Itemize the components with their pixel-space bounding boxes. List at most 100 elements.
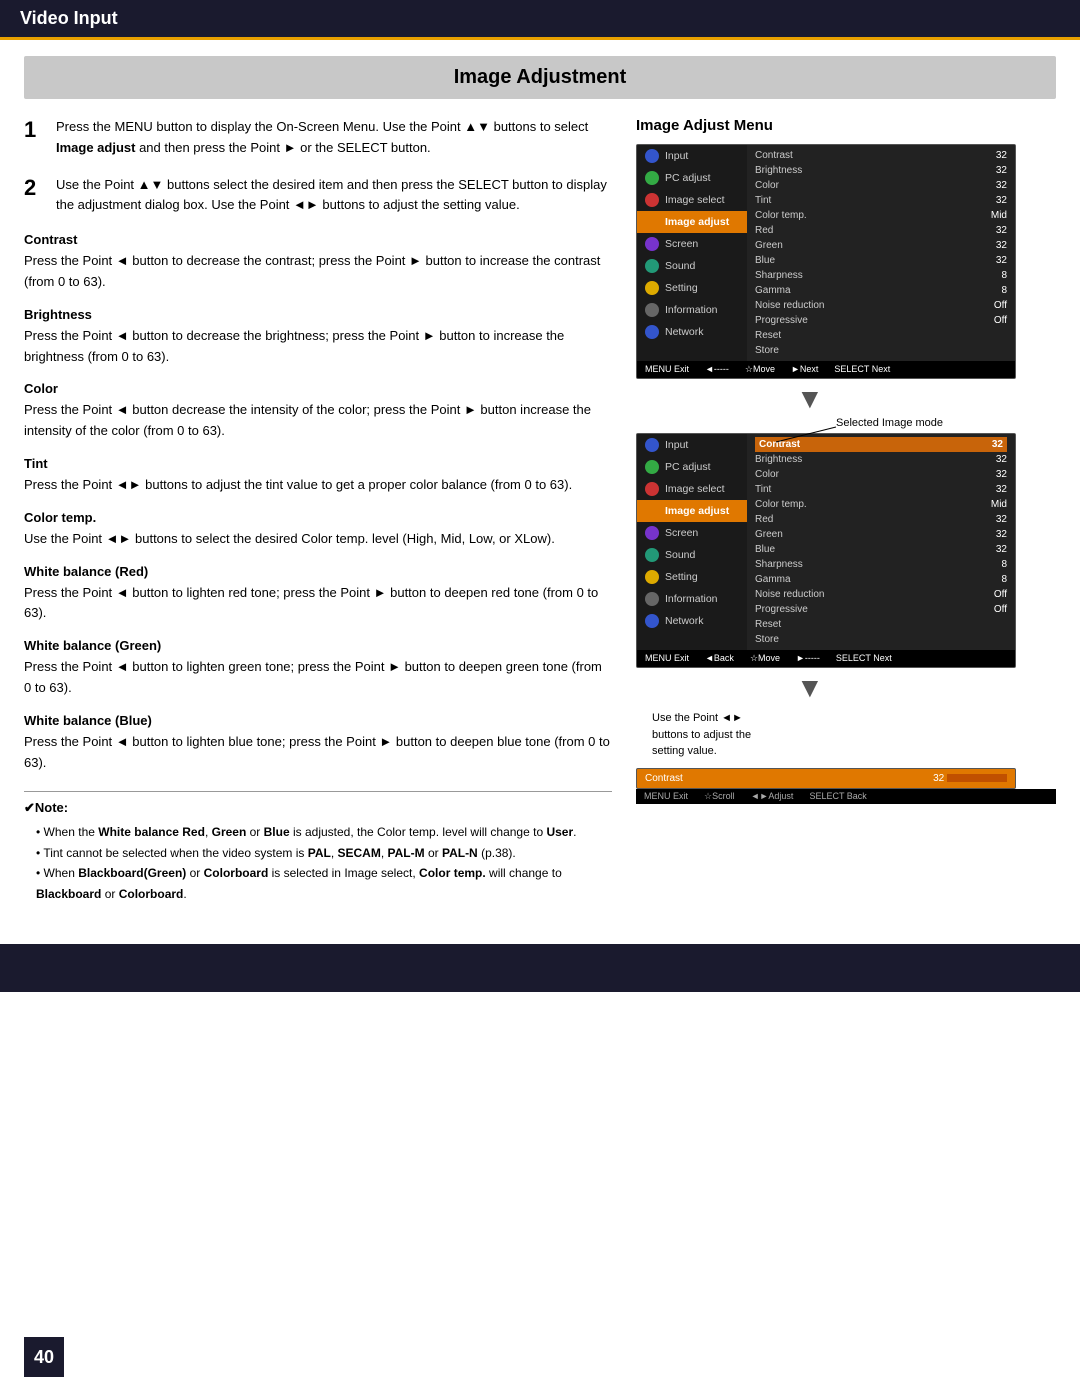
menu-sidebar-screen: Screen: [637, 233, 747, 255]
arrow-down-1: ▼: [636, 385, 1056, 413]
subsection-tint-body: Press the Point ◄► buttons to adjust the…: [24, 475, 612, 496]
subsection-wb-blue: White balance (Blue) Press the Point ◄ b…: [24, 713, 612, 774]
menu2-row-reset: Reset: [755, 617, 1007, 632]
menu-item-network-label: Network: [665, 326, 704, 338]
menu-sidebar-pcadjust: PC adjust: [637, 167, 747, 189]
menu-body-2: Input PC adjust Image select Image: [637, 434, 1015, 650]
subsection-wb-green-title: White balance (Green): [24, 638, 612, 653]
menu-sidebar-1: Input PC adjust Image select Image: [637, 145, 747, 361]
arrow-down-2: ▼: [636, 674, 1056, 702]
mini-footer-text-2: ☆Scroll: [704, 791, 735, 802]
menu-row-blue: Blue32: [755, 253, 1007, 268]
menu-sidebar-2: Input PC adjust Image select Image: [637, 434, 747, 650]
menu2-sidebar-imageadjust: Image adjust: [637, 500, 747, 522]
footer-text-4: ►Next: [791, 364, 818, 375]
menu2-row-green: Green32: [755, 527, 1007, 542]
network-icon: [645, 325, 659, 339]
subsection-color-body: Press the Point ◄ button decrease the in…: [24, 400, 612, 442]
subsection-brightness-title: Brightness: [24, 307, 612, 322]
menu2-network-icon: [645, 614, 659, 628]
use-point-text: Use the Point ◄►buttons to adjust theset…: [652, 710, 1056, 760]
bottom-bar: [0, 944, 1080, 992]
mini-value: 32: [933, 773, 1007, 784]
section-title: Image Adjustment: [24, 56, 1056, 99]
menu2-info-icon: [645, 592, 659, 606]
menu2-imageselect-icon: [645, 482, 659, 496]
subsection-colortemp-title: Color temp.: [24, 510, 612, 525]
subsection-tint-title: Tint: [24, 456, 612, 471]
menu2-item-network-label: Network: [665, 615, 704, 627]
setting-icon: [645, 281, 659, 295]
main-content: Image Adjustment 1 Press the MENU button…: [0, 40, 1080, 920]
menu2-sidebar-screen: Screen: [637, 522, 747, 544]
menu2-setting-icon: [645, 570, 659, 584]
pcadjust-icon: [645, 171, 659, 185]
menu-body-1: Input PC adjust Image select Image: [637, 145, 1015, 361]
menu2-sidebar-input: Input: [637, 434, 747, 456]
subsection-wb-green-body: Press the Point ◄ button to lighten gree…: [24, 657, 612, 699]
sound-icon: [645, 259, 659, 273]
mini-footer-text-3: ◄►Adjust: [751, 791, 794, 802]
menu-title: Image Adjust Menu: [636, 117, 1056, 134]
mini-footer: MENU Exit ☆Scroll ◄►Adjust SELECT Back: [636, 789, 1056, 804]
menu-sidebar-network: Network: [637, 321, 747, 343]
footer-text-1: MENU Exit: [645, 364, 689, 375]
note-body: When the White balance Red, Green or Blu…: [24, 822, 612, 904]
subsection-wb-blue-body: Press the Point ◄ button to lighten blue…: [24, 732, 612, 774]
step-1-text: Press the MENU button to display the On-…: [56, 117, 612, 159]
menu2-sidebar-imageselect: Image select: [637, 478, 747, 500]
subsection-wb-red: White balance (Red) Press the Point ◄ bu…: [24, 564, 612, 625]
menu-row-sharpness: Sharpness8: [755, 268, 1007, 283]
menu2-sidebar-network: Network: [637, 610, 747, 632]
mini-footer-text-1: MENU Exit: [644, 791, 688, 802]
menu2-sidebar-sound: Sound: [637, 544, 747, 566]
subsection-wb-red-title: White balance (Red): [24, 564, 612, 579]
menu-sidebar-input: Input: [637, 145, 747, 167]
menu-row-reset: Reset: [755, 328, 1007, 343]
subsection-tint: Tint Press the Point ◄► buttons to adjus…: [24, 456, 612, 496]
footer2-text-5: SELECT Next: [836, 653, 892, 664]
menu2-sidebar-info: Information: [637, 588, 747, 610]
step-2: 2 Use the Point ▲▼ buttons select the de…: [24, 175, 612, 217]
header-title: Video Input: [20, 8, 118, 28]
screen-icon: [645, 237, 659, 251]
footer2-text-1: MENU Exit: [645, 653, 689, 664]
menu-sidebar-imageselect: Image select: [637, 189, 747, 211]
subsection-brightness: Brightness Press the Point ◄ button to d…: [24, 307, 612, 368]
header-bar: Video Input: [0, 0, 1080, 40]
menu-item-pcadjust-label: PC adjust: [665, 172, 711, 184]
menu2-sidebar-pcadjust: PC adjust: [637, 456, 747, 478]
menu2-sound-icon: [645, 548, 659, 562]
menu-row-contrast: Contrast32: [755, 148, 1007, 163]
two-col-layout: 1 Press the MENU button to display the O…: [24, 117, 1056, 904]
menu-footer-2: MENU Exit ◄Back ☆Move ►----- SELECT Next: [637, 650, 1015, 667]
note-item-1: When the White balance Red, Green or Blu…: [36, 822, 612, 842]
menu-row-noise: Noise reductionOff: [755, 298, 1007, 313]
menu2-row-colortemp: Color temp.Mid: [755, 497, 1007, 512]
footer2-text-4: ►-----: [796, 653, 820, 664]
step-2-number: 2: [24, 175, 46, 217]
menu2-row-tint: Tint32: [755, 482, 1007, 497]
note-item-3: When Blackboard(Green) or Colorboard is …: [36, 863, 612, 904]
subsection-wb-red-body: Press the Point ◄ button to lighten red …: [24, 583, 612, 625]
menu2-imageadjust-icon: [645, 504, 659, 518]
menu-item-info-label: Information: [665, 304, 718, 316]
step-2-text: Use the Point ▲▼ buttons select the desi…: [56, 175, 612, 217]
subsection-contrast: Contrast Press the Point ◄ button to dec…: [24, 232, 612, 293]
menu-sidebar-info: Information: [637, 299, 747, 321]
footer2-text-2: ◄Back: [705, 653, 734, 664]
menu2-item-pcadjust-label: PC adjust: [665, 461, 711, 473]
menu-item-screen-label: Screen: [665, 238, 698, 250]
menu2-row-brightness: Brightness32: [755, 452, 1007, 467]
menu2-row-sharpness: Sharpness8: [755, 557, 1007, 572]
menu-row-store: Store: [755, 343, 1007, 358]
menu-row-brightness: Brightness32: [755, 163, 1007, 178]
subsection-contrast-title: Contrast: [24, 232, 612, 247]
footer-text-2: ◄-----: [705, 364, 729, 375]
menu-row-gamma: Gamma8: [755, 283, 1007, 298]
menu-row-red: Red32: [755, 223, 1007, 238]
menu-row-tint: Tint32: [755, 193, 1007, 208]
menu-footer-1: MENU Exit ◄----- ☆Move ►Next SELECT Next: [637, 361, 1015, 378]
menu2-row-noise: Noise reductionOff: [755, 587, 1007, 602]
mini-row: Contrast 32: [645, 773, 1007, 784]
